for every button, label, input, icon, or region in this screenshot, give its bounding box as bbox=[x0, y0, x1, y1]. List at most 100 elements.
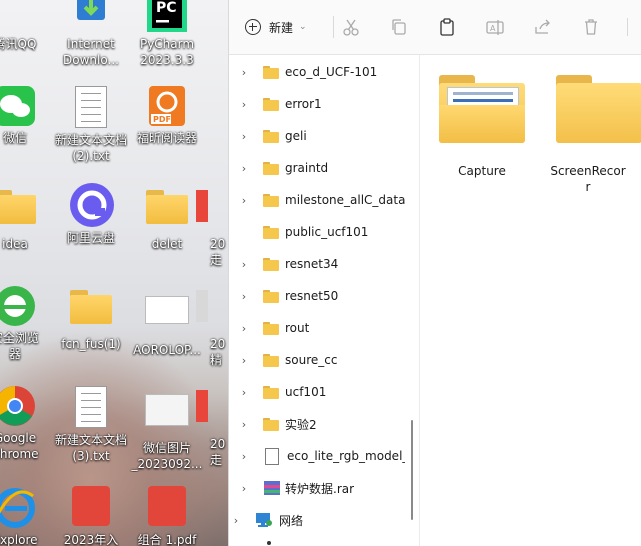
paste-button[interactable] bbox=[437, 14, 457, 40]
pdf-icon bbox=[148, 486, 186, 526]
tree-item[interactable]: › resnet34 bbox=[229, 249, 419, 279]
tree-item[interactable]: › 网络 bbox=[229, 505, 411, 535]
tree-item-partial bbox=[267, 541, 271, 545]
text-file-icon bbox=[75, 86, 107, 128]
wechat-icon bbox=[0, 86, 35, 126]
desktop-icon-pdf-2023[interactable]: 2023年入 bbox=[48, 486, 134, 546]
content-item-screenrecorder[interactable]: ScreenRecor r bbox=[542, 75, 641, 195]
desktop-icon-txt-3[interactable]: 新建文本文档 (3).txt bbox=[48, 384, 134, 464]
image-file-icon bbox=[145, 296, 189, 324]
tree-item-label: geli bbox=[285, 129, 307, 143]
folder-icon bbox=[263, 257, 279, 271]
tree-item-label: error1 bbox=[285, 97, 322, 111]
tree-item[interactable]: › eco_lite_rgb_model_ bbox=[229, 441, 419, 471]
folder-icon bbox=[263, 129, 279, 143]
chevron-right-icon[interactable]: › bbox=[229, 98, 259, 111]
toolbar-divider bbox=[333, 16, 334, 38]
desktop-icon-pdf-group[interactable]: 组合 1.pdf bbox=[124, 486, 210, 546]
tree-item[interactable]: › geli bbox=[229, 121, 419, 151]
tree-item[interactable]: › error1 bbox=[229, 89, 419, 119]
folder-icon bbox=[263, 161, 279, 175]
tree-item-label: graintd bbox=[285, 161, 329, 175]
folder-icon bbox=[263, 97, 279, 111]
tree-scrollbar[interactable] bbox=[411, 420, 413, 520]
tree-item[interactable]: › soure_cc bbox=[229, 345, 419, 375]
desktop-icon-label: 组合 1.pdf bbox=[137, 533, 197, 546]
tree-item[interactable]: › eco_d_UCF-101 bbox=[229, 57, 419, 87]
chevron-right-icon[interactable]: › bbox=[229, 386, 259, 399]
content-pane[interactable]: Capture ScreenRecor r bbox=[420, 55, 641, 546]
file-explorer-window: 新建 ⌄ A › eco_d_UCF-101 › error1 › geli › gra… bbox=[228, 0, 641, 546]
tree-item-label: eco_lite_rgb_model_ bbox=[287, 449, 405, 463]
chrome-icon bbox=[0, 386, 35, 426]
desktop-icon-label: fcn_fus(1) bbox=[61, 337, 121, 351]
desktop-icon-pycharm[interactable]: PC PyCharm 2023.3.3 bbox=[124, 0, 210, 68]
tree-item-label: 转炉数据.rar bbox=[285, 481, 355, 496]
chevron-right-icon[interactable]: › bbox=[229, 290, 259, 303]
desktop-icon-partial[interactable]: 20 走 bbox=[196, 184, 228, 268]
tree-item[interactable]: › ucf101 bbox=[229, 377, 419, 407]
desktop-icon-fcn-fus[interactable]: fcn_fus(1) bbox=[48, 284, 134, 352]
tree-item[interactable]: › resnet50 bbox=[229, 281, 419, 311]
toolbar-divider bbox=[627, 18, 628, 36]
chevron-right-icon[interactable]: › bbox=[229, 162, 259, 175]
tree-item[interactable]: › rout bbox=[229, 313, 419, 343]
image-file-icon bbox=[145, 394, 189, 426]
tree-item-label: ucf101 bbox=[285, 385, 327, 399]
desktop-icon-label: 20 走 bbox=[210, 237, 226, 267]
folder-icon bbox=[263, 353, 279, 367]
text-file-icon bbox=[75, 386, 107, 428]
chevron-right-icon[interactable]: › bbox=[229, 482, 259, 495]
tree-item-label: public_ucf101 bbox=[285, 225, 369, 239]
chevron-right-icon[interactable]: › bbox=[229, 450, 259, 463]
aliyun-drive-icon bbox=[70, 183, 114, 227]
pycharm-icon: PC bbox=[147, 0, 187, 32]
tree-item[interactable]: › milestone_allC_data bbox=[229, 185, 419, 215]
tree-item[interactable]: › graintd bbox=[229, 153, 419, 183]
copy-icon bbox=[392, 19, 406, 35]
delete-button[interactable] bbox=[581, 14, 601, 40]
delete-icon bbox=[585, 19, 597, 35]
svg-text:PDF: PDF bbox=[153, 115, 171, 124]
desktop-icon-partial[interactable]: 20 走 bbox=[196, 384, 228, 468]
chevron-right-icon[interactable]: › bbox=[229, 322, 259, 335]
desktop-icon-aliyun[interactable]: 阿里云盘 bbox=[48, 183, 134, 246]
desktop-icon-txt-2[interactable]: 新建文本文档 (2).txt bbox=[48, 84, 134, 164]
desktop-icon-label: PyCharm 2023.3.3 bbox=[139, 37, 195, 67]
cut-icon bbox=[343, 19, 359, 36]
chevron-right-icon[interactable]: › bbox=[229, 66, 259, 79]
chevron-right-icon[interactable]: › bbox=[229, 194, 259, 207]
desktop-icon-label: 20 走 bbox=[210, 437, 226, 467]
rename-button[interactable]: A bbox=[485, 14, 505, 40]
rar-archive-icon bbox=[264, 481, 280, 495]
cut-button[interactable] bbox=[341, 14, 361, 40]
desktop: 腾讯QQ Internet Downlo... PC PyCharm 2023.… bbox=[0, 0, 228, 546]
chevron-right-icon[interactable]: › bbox=[229, 418, 259, 431]
chevron-right-icon[interactable]: › bbox=[229, 354, 259, 367]
tree-item[interactable]: › 转炉数据.rar bbox=[229, 473, 419, 503]
chevron-right-icon[interactable]: › bbox=[229, 514, 251, 527]
folder-icon bbox=[263, 225, 279, 239]
tree-item-label: resnet34 bbox=[285, 257, 339, 271]
network-icon bbox=[256, 513, 272, 527]
chevron-right-icon[interactable]: › bbox=[229, 130, 259, 143]
copy-button[interactable] bbox=[389, 14, 409, 40]
share-icon bbox=[535, 19, 550, 34]
folder-icon bbox=[146, 190, 188, 224]
tree-item-label: soure_cc bbox=[285, 353, 338, 367]
content-item-capture[interactable]: Capture bbox=[434, 75, 530, 179]
desktop-icon-foxit[interactable]: PDF 福昕阅读器 bbox=[124, 84, 210, 146]
folder-icon bbox=[439, 75, 525, 143]
tree-item[interactable]: › 实验2 bbox=[229, 409, 419, 439]
share-button[interactable] bbox=[533, 14, 553, 40]
new-button[interactable]: 新建 ⌄ bbox=[245, 14, 307, 40]
folder-icon bbox=[263, 321, 279, 335]
desktop-icon-partial[interactable]: 20 精 bbox=[196, 284, 228, 368]
desktop-icon-label: 新建文本文档 (3).txt bbox=[54, 433, 127, 463]
chevron-right-icon[interactable]: › bbox=[229, 258, 259, 271]
tree-item[interactable]: public_ucf101 bbox=[229, 217, 419, 247]
folder-icon bbox=[263, 289, 279, 303]
navigation-pane[interactable]: › eco_d_UCF-101 › error1 › geli › graintd › m… bbox=[229, 55, 419, 546]
folder-icon bbox=[70, 290, 112, 324]
desktop-icon-idm[interactable]: Internet Downlo... bbox=[48, 0, 134, 68]
